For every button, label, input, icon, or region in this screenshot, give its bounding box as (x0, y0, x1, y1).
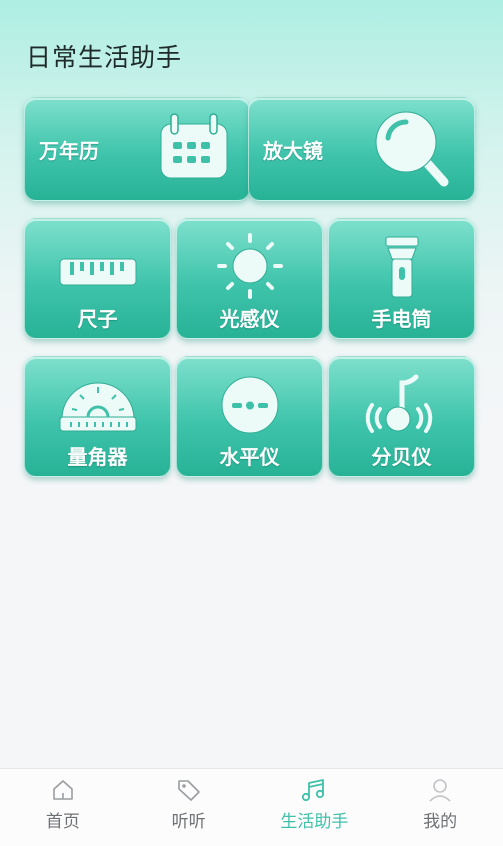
ruler-icon (59, 258, 136, 286)
magnifier-label: 放大镜 (263, 139, 323, 163)
tab-life-assistant-label: 生活助手 (280, 812, 349, 832)
decibel-label: 分贝仪 (371, 445, 432, 469)
tab-listen-label: 听听 (171, 812, 206, 832)
flashlight-icon (385, 236, 418, 298)
light-meter-label: 光感仪 (219, 307, 280, 331)
magnifier-icon (375, 111, 449, 187)
tab-home[interactable]: 首页 (0, 769, 126, 846)
calendar-card[interactable]: 万年历 (24, 97, 250, 201)
sound-note-icon (365, 374, 432, 433)
level-label: 水平仪 (219, 445, 280, 469)
tab-home-label: 首页 (45, 812, 80, 832)
tab-me-label: 我的 (423, 812, 458, 832)
flashlight-label: 手电筒 (371, 307, 432, 331)
ruler-card[interactable]: 尺子 (24, 218, 171, 339)
tab-listen[interactable]: 听听 (126, 769, 252, 846)
flashlight-card[interactable]: 手电筒 (328, 218, 475, 339)
light-meter-card[interactable]: 光感仪 (176, 218, 323, 339)
tag-icon (177, 780, 200, 801)
ruler-label: 尺子 (77, 307, 118, 331)
music-note-icon (302, 779, 325, 802)
page-title: 日常生活助手 (26, 43, 183, 72)
tab-life-assistant[interactable]: 生活助手 (252, 769, 378, 846)
level-card[interactable]: 水平仪 (176, 356, 323, 477)
sun-icon (216, 233, 283, 299)
protractor-card[interactable]: 量角器 (24, 356, 171, 477)
user-icon (429, 779, 451, 802)
home-icon (53, 780, 73, 800)
bottom-tab-bar: 首页 听听 生活助手 我的 (0, 768, 503, 846)
magnifier-card[interactable]: 放大镜 (248, 97, 475, 201)
tab-me[interactable]: 我的 (377, 769, 503, 846)
calendar-label: 万年历 (39, 139, 99, 163)
level-icon (221, 376, 278, 434)
protractor-icon (59, 382, 136, 432)
decibel-card[interactable]: 分贝仪 (328, 356, 475, 477)
protractor-label: 量角器 (67, 445, 128, 469)
calendar-icon (160, 113, 228, 179)
